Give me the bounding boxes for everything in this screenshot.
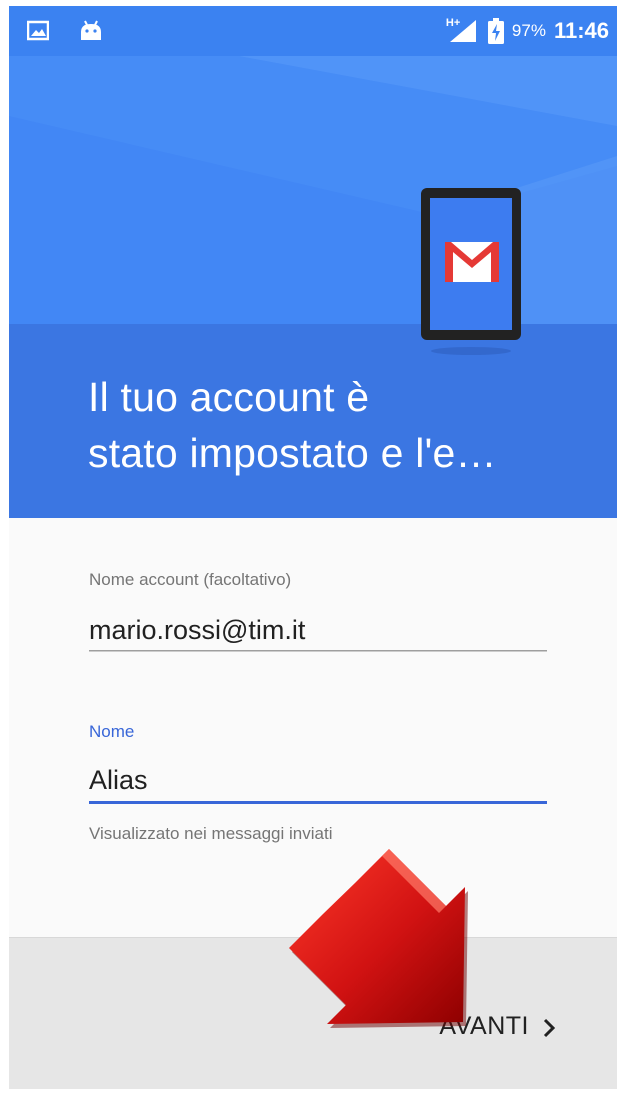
setup-header: Il tuo account è stato impostato e l'e… <box>9 56 617 518</box>
title-line-2: stato impostato e l'e… <box>88 430 497 476</box>
battery-charging-icon <box>487 18 504 44</box>
title-line-1: Il tuo account è <box>88 374 370 420</box>
name-underline-focused <box>89 801 547 804</box>
android-notification-icon <box>79 20 103 47</box>
image-notification-icon <box>26 20 50 47</box>
account-form: Nome account (facoltativo) Nome Visualiz… <box>9 518 617 939</box>
account-name-underline <box>89 650 547 652</box>
clock: 11:46 <box>553 18 609 43</box>
network-type-label: H+ <box>445 17 461 29</box>
battery-percent: 97% <box>511 21 546 40</box>
gmail-logo-icon <box>445 242 499 282</box>
next-button[interactable]: AVANTI <box>439 1006 556 1046</box>
mobile-signal-icon: H+ <box>445 17 480 44</box>
status-bar: H+ 97% 11:46 <box>9 6 617 56</box>
next-button-label: AVANTI <box>439 1011 529 1040</box>
page-title: Il tuo account è stato impostato e l'e… <box>88 369 588 481</box>
name-label: Nome <box>89 722 135 741</box>
chevron-right-icon <box>543 1016 556 1038</box>
footer-bar: AVANTI <box>9 937 617 1089</box>
gmail-phone-illustration <box>421 188 521 355</box>
android-screen: H+ 97% 11:46 Il tuo account è stato impo… <box>9 6 617 1089</box>
account-name-label: Nome account (facoltativo) <box>89 570 292 589</box>
name-field[interactable] <box>89 762 547 798</box>
account-name-field[interactable] <box>89 612 547 648</box>
name-helper-text: Visualizzato nei messaggi inviati <box>89 824 333 843</box>
